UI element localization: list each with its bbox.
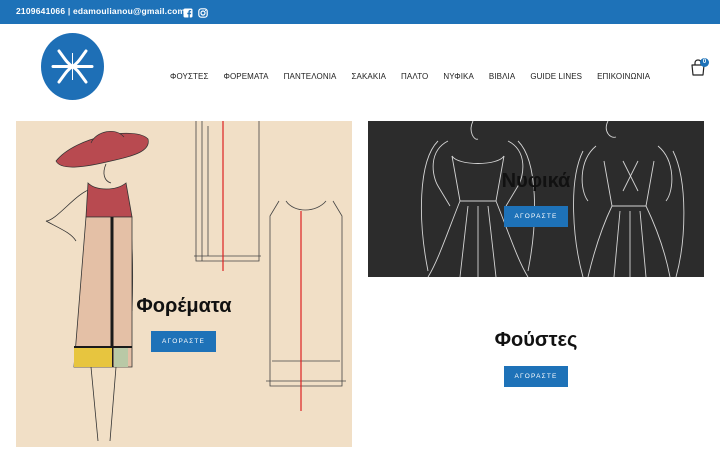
dresses-buy-button[interactable]: ΑΓΟΡΑΣΤΕ <box>151 331 216 352</box>
cart-count-badge: 0 <box>700 58 709 67</box>
bridal-banner[interactable]: Νυφικά ΑΓΟΡΑΣΤΕ <box>368 121 704 277</box>
social-links <box>183 5 208 18</box>
nav-item-trousers[interactable]: ΠΑΝΤΕΛΟΝΙΑ <box>284 72 337 81</box>
nav-item-bridal[interactable]: ΝΥΦΙΚΑ <box>443 72 474 81</box>
main-nav: ΦΟΥΣΤΕΣ ΦΟΡΕΜΑΤΑ ΠΑΝΤΕΛΟΝΙΑ ΣΑΚΑΚΙΑ ΠΑΛΤ… <box>170 72 650 81</box>
instagram-icon[interactable] <box>198 5 208 18</box>
cart-button[interactable]: 0 <box>690 58 710 78</box>
nav-item-books[interactable]: ΒΙΒΛΙΑ <box>489 72 515 81</box>
skirts-title: Φούστες <box>494 329 578 351</box>
dress-sketch-image <box>45 121 346 442</box>
nav-item-skirts[interactable]: ΦΟΥΣΤΕΣ <box>170 72 209 81</box>
bridal-sketch-image <box>420 121 685 277</box>
nav-item-contact[interactable]: ΕΠΙΚΟΙΝΩΝΙΑ <box>597 72 650 81</box>
dresses-title: Φορέματα <box>136 295 232 317</box>
bridal-buy-button[interactable]: ΑΓΟΡΑΣΤΕ <box>504 206 568 227</box>
site-logo[interactable] <box>41 33 104 100</box>
nav-item-coats[interactable]: ΠΑΛΤΟ <box>401 72 428 81</box>
top-bar: 2109641066 | edamoulianou@gmail.com <box>0 0 720 24</box>
skirts-banner[interactable]: Φούστες ΑΓΟΡΑΣΤΕ <box>368 290 704 447</box>
nav-item-dresses[interactable]: ΦΟΡΕΜΑΤΑ <box>224 72 269 81</box>
dresses-banner[interactable]: Φορέματα ΑΓΟΡΑΣΤΕ <box>16 121 352 447</box>
skirts-buy-button[interactable]: ΑΓΟΡΑΣΤΕ <box>504 366 568 387</box>
bridal-title: Νυφικά <box>501 170 571 192</box>
facebook-icon[interactable] <box>183 5 193 18</box>
contact-info: 2109641066 | edamoulianou@gmail.com <box>16 6 186 16</box>
nav-item-guide-lines[interactable]: GUIDE LINES <box>530 72 582 81</box>
nav-item-jackets[interactable]: ΣΑΚΑΚΙΑ <box>351 72 386 81</box>
